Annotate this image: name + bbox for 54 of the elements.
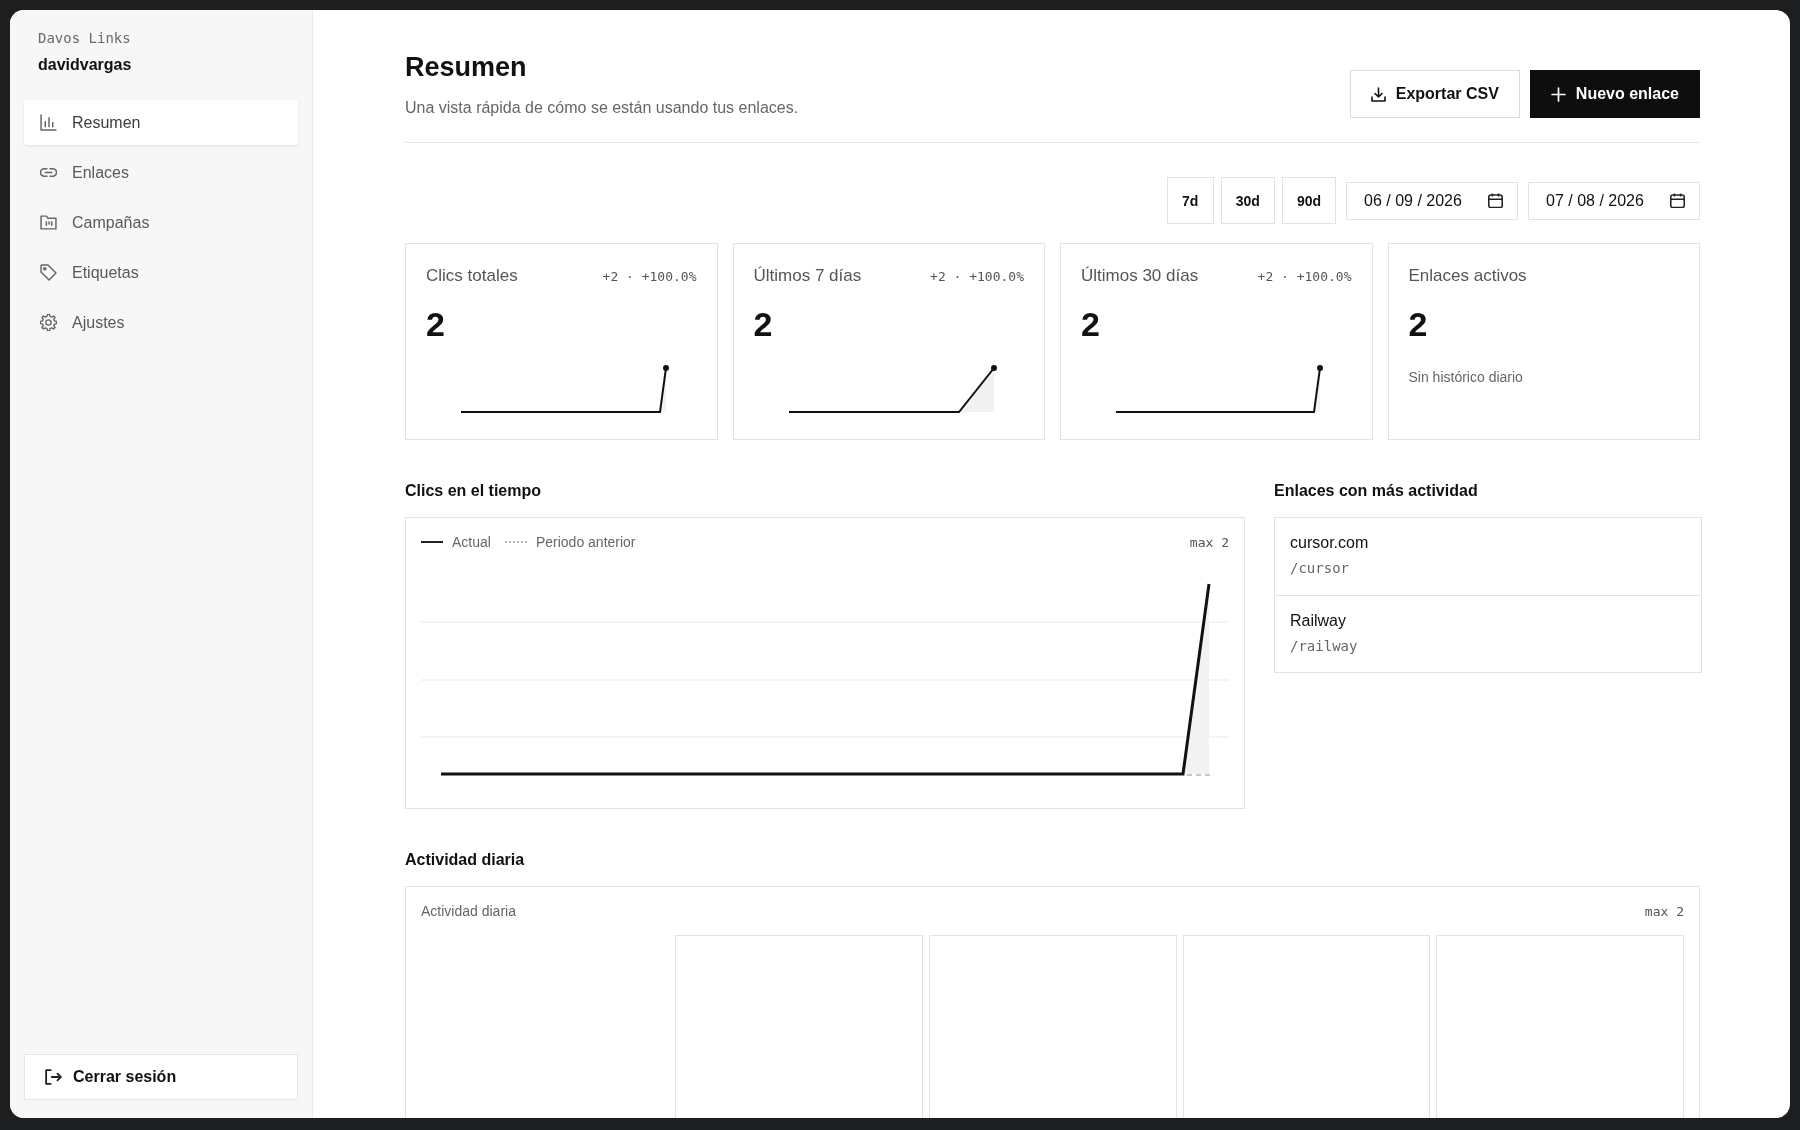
top-link-row[interactable]: Railway /railway [1275, 595, 1701, 672]
stat-title: Últimos 7 días [753, 266, 862, 286]
logout-button[interactable]: Cerrar sesión [24, 1054, 298, 1100]
link-path: /railway [1290, 637, 1358, 655]
new-link-button[interactable]: Nuevo enlace [1529, 70, 1700, 118]
logout-icon [45, 1069, 62, 1085]
stat-value: 2 [1408, 304, 1428, 344]
section-title: Enlaces con más actividad [1274, 481, 1478, 501]
nav-item[interactable]: Ajustes [24, 300, 298, 345]
date-field[interactable]: 06 / 09 / 2026 [1346, 181, 1518, 220]
stat-delta: +2 · +100.0% [930, 269, 1024, 284]
date-field[interactable]: 07 / 08 / 2026 [1528, 181, 1700, 220]
folder-icon [40, 214, 57, 231]
link-name: cursor.com [1290, 533, 1369, 553]
export-button[interactable]: Exportar CSV [1349, 70, 1520, 118]
nav-item[interactable]: Campañas [24, 200, 298, 245]
nav-item[interactable]: Resumen [24, 100, 298, 145]
max-label: max 2 [1189, 534, 1229, 550]
link-path: /cursor [1290, 559, 1349, 577]
section-title: Actividad diaria [405, 850, 525, 870]
max-label: max 2 [1644, 903, 1684, 919]
page-title: Resumen [405, 51, 527, 83]
stat-title: Clics totales [426, 266, 518, 286]
brand-name: Davos Links [38, 29, 131, 47]
dotted-line-icon [504, 540, 527, 544]
range-button[interactable]: 30d [1220, 177, 1275, 224]
user-name: davidvargas [38, 55, 132, 75]
section-title: Clics en el tiempo [405, 481, 542, 501]
stat-delta: +2 · +100.0% [602, 269, 697, 284]
tag-icon [40, 264, 57, 281]
stat-title: Enlaces activos [1408, 266, 1527, 286]
legend-label: Actual [452, 534, 491, 550]
stat-value: 2 [1081, 304, 1100, 344]
stat-delta: +2 · +100.0% [1257, 269, 1352, 284]
stat-note: Sin histórico diario [1408, 368, 1523, 386]
plus-icon [1550, 86, 1566, 102]
calendar-icon [1670, 193, 1685, 208]
link-name: Railway [1290, 611, 1346, 631]
stat-title: Últimos 30 días [1081, 266, 1199, 286]
stat-value: 2 [753, 304, 773, 344]
download-icon [1370, 86, 1386, 102]
panel-label: Actividad diaria [421, 903, 516, 919]
nav-item[interactable]: Enlaces [24, 150, 298, 195]
solid-line-icon [421, 540, 443, 544]
range-button[interactable]: 90d [1281, 177, 1336, 224]
page-subtitle: Una vista rápida de cómo se están usando tus enlaces. [405, 98, 799, 118]
range-button[interactable]: 7d [1166, 177, 1214, 224]
settings-icon [40, 314, 57, 331]
top-link-row[interactable]: cursor.com /cursor [1275, 518, 1701, 595]
stat-value: 2 [426, 304, 445, 344]
legend-label: Periodo anterior [535, 534, 636, 550]
bar-chart-icon [40, 114, 57, 131]
calendar-icon [1488, 193, 1503, 208]
nav-item[interactable]: Etiquetas [24, 250, 298, 295]
